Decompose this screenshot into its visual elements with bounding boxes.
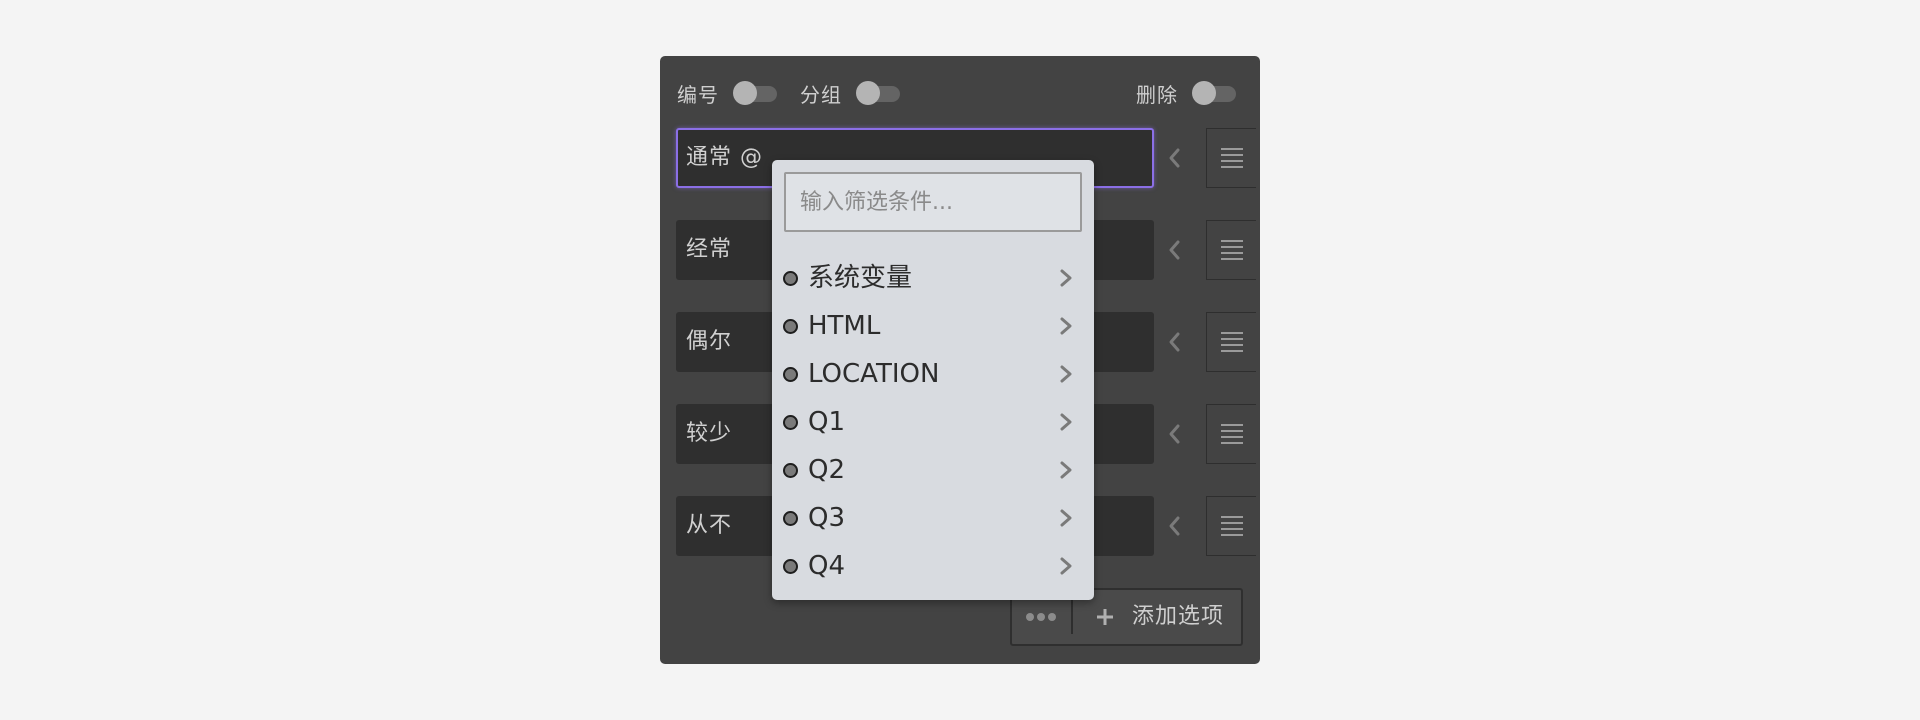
- plus-icon: [1097, 609, 1113, 625]
- drag-lines-icon: [1221, 424, 1243, 444]
- switch-knob: [733, 81, 757, 105]
- delete-toggle-group: 删除: [1136, 78, 1236, 108]
- toggle-row: 编号 分组 删除: [660, 56, 1260, 126]
- menu-item-label: HTML: [808, 311, 881, 341]
- bullet-dot-icon: [783, 319, 798, 334]
- switch-knob: [856, 81, 880, 105]
- footer-divider: [1071, 600, 1073, 634]
- bullet-dot-icon: [783, 271, 798, 286]
- menu-item-label: Q2: [808, 455, 846, 485]
- drag-handle[interactable]: [1206, 128, 1256, 188]
- menu-item[interactable]: Q4: [772, 542, 1094, 590]
- bullet-dot-icon: [783, 511, 798, 526]
- chevron-right-icon: [1060, 461, 1072, 479]
- menu-item-label: Q4: [808, 551, 846, 581]
- numbering-switch[interactable]: [733, 78, 777, 108]
- chevron-left-icon[interactable]: [1160, 143, 1190, 173]
- menu-item-label: Q1: [808, 407, 846, 437]
- chevron-right-icon: [1060, 509, 1072, 527]
- drag-handle[interactable]: [1206, 496, 1256, 556]
- chevron-right-icon: [1060, 413, 1072, 431]
- menu-item-label: Q3: [808, 503, 846, 533]
- chevron-right-icon: [1060, 557, 1072, 575]
- drag-handle[interactable]: [1206, 404, 1256, 464]
- drag-lines-icon: [1221, 240, 1243, 260]
- delete-label: 删除: [1136, 82, 1178, 107]
- menu-item[interactable]: HTML: [772, 302, 1094, 350]
- menu-item[interactable]: Q3: [772, 494, 1094, 542]
- menu-item-label: LOCATION: [808, 359, 940, 389]
- menu-item[interactable]: Q1: [772, 398, 1094, 446]
- chevron-left-icon[interactable]: [1160, 327, 1190, 357]
- drag-handle[interactable]: [1206, 220, 1256, 280]
- variable-dropdown: 系统变量 HTML LOCATION Q1 Q2 Q3 Q4: [772, 160, 1094, 600]
- drag-lines-icon: [1221, 516, 1243, 536]
- grouping-switch[interactable]: [856, 78, 900, 108]
- chevron-right-icon: [1060, 317, 1072, 335]
- bullet-dot-icon: [783, 463, 798, 478]
- chevron-left-icon[interactable]: [1160, 511, 1190, 541]
- numbering-toggle-group: 编号: [677, 78, 777, 108]
- menu-item[interactable]: LOCATION: [772, 350, 1094, 398]
- bullet-dot-icon: [783, 367, 798, 382]
- add-option-label: 添加选项: [1132, 604, 1225, 629]
- drag-lines-icon: [1221, 332, 1243, 352]
- drag-handle[interactable]: [1206, 312, 1256, 372]
- chevron-right-icon: [1060, 365, 1072, 383]
- filter-input[interactable]: [784, 172, 1082, 232]
- grouping-toggle-group: 分组: [800, 78, 900, 108]
- chevron-right-icon: [1060, 269, 1072, 287]
- menu-item[interactable]: Q2: [772, 446, 1094, 494]
- add-option-button[interactable]: 添加选项: [1074, 590, 1241, 644]
- menu-item-label: 系统变量: [808, 263, 913, 293]
- switch-knob: [1192, 81, 1216, 105]
- bullet-dot-icon: [783, 559, 798, 574]
- bullet-dot-icon: [783, 415, 798, 430]
- menu-item[interactable]: 系统变量: [772, 254, 1094, 302]
- chevron-left-icon[interactable]: [1160, 419, 1190, 449]
- chevron-left-icon[interactable]: [1160, 235, 1190, 265]
- numbering-label: 编号: [677, 82, 719, 107]
- drag-lines-icon: [1221, 148, 1243, 168]
- delete-switch[interactable]: [1192, 78, 1236, 108]
- grouping-label: 分组: [800, 82, 842, 107]
